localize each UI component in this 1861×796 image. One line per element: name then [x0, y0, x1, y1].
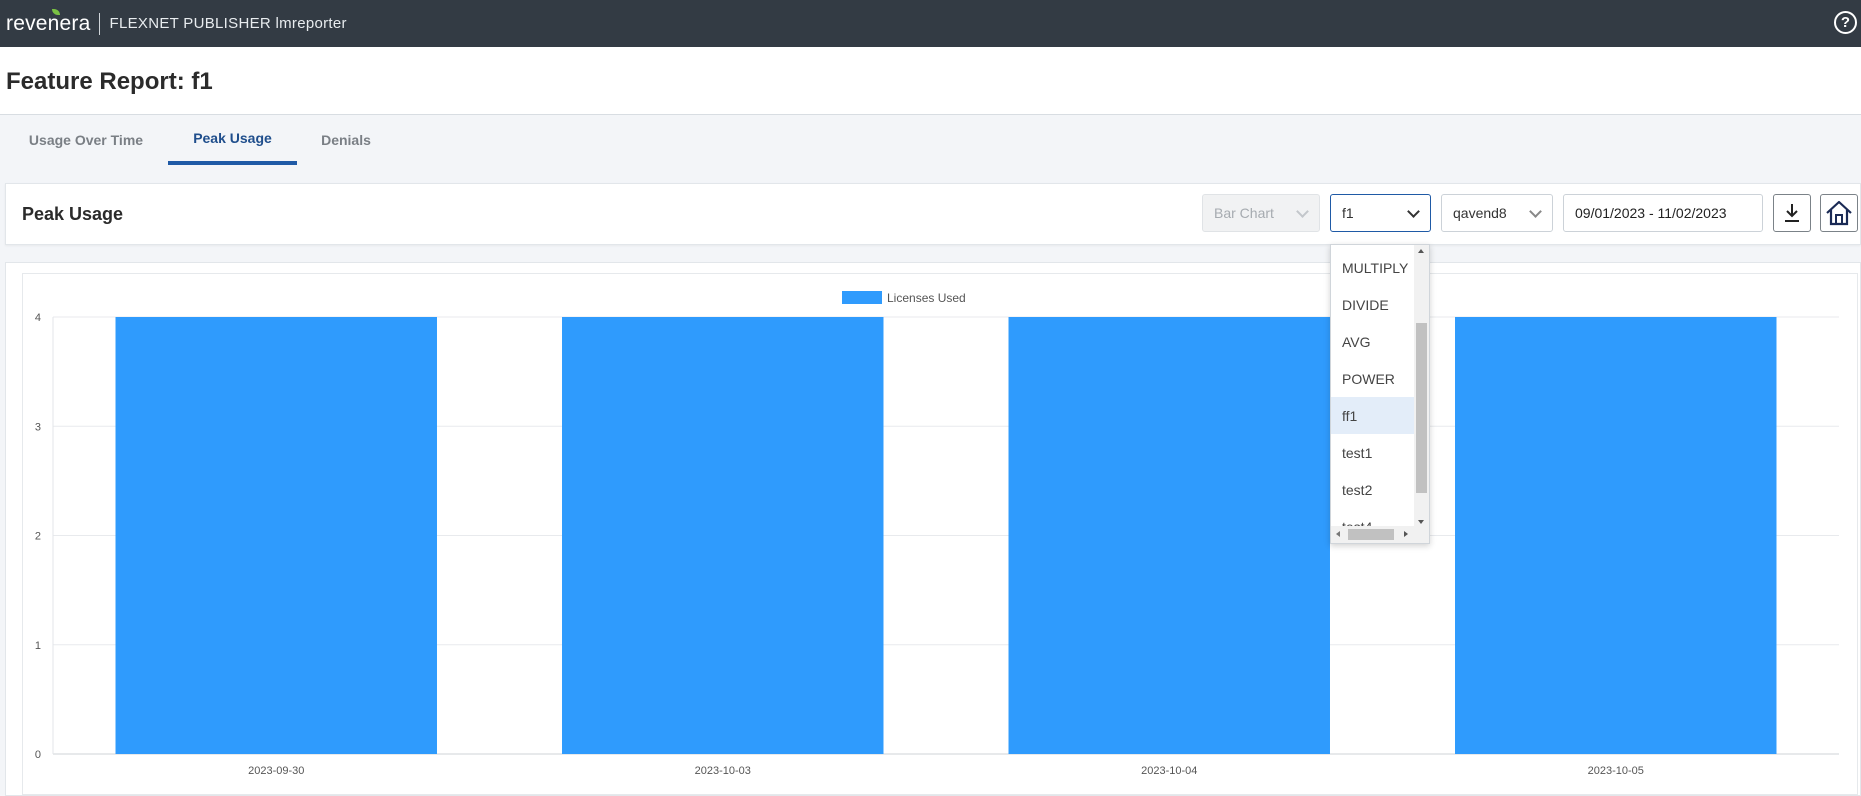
logo-leaf-icon — [52, 8, 60, 15]
bar[interactable] — [115, 317, 437, 754]
feature-option[interactable]: test1 — [1331, 434, 1415, 471]
feature-option[interactable]: test4 — [1331, 508, 1415, 529]
page-title: Feature Report: f1 — [6, 68, 213, 95]
download-icon — [1785, 204, 1799, 222]
chevron-down-icon — [1529, 205, 1542, 218]
tab-usage-over-time[interactable]: Usage Over Time — [0, 115, 172, 165]
chart-panel: 0 1 2 3 4 Licenses Used 2023-09-30 2023-10-03 20… — [5, 262, 1861, 796]
report-tabs: Usage Over Time Peak Usage Denials — [0, 115, 1861, 165]
feature-option[interactable]: ff1 — [1331, 397, 1415, 434]
y-tick-label: 3 — [35, 421, 41, 433]
peak-usage-panel-header: Peak Usage Bar Chart f1 qavend8 09/01/20… — [5, 183, 1861, 245]
y-tick-label: 1 — [35, 640, 41, 652]
bar[interactable] — [1455, 317, 1777, 754]
feature-select[interactable]: f1 — [1330, 194, 1431, 232]
tab-denials[interactable]: Denials — [297, 115, 395, 165]
horizontal-scroll-thumb[interactable] — [1348, 529, 1394, 540]
bar[interactable] — [562, 317, 884, 754]
chart-container: 0 1 2 3 4 Licenses Used 2023-09-30 2023-10-03 20… — [22, 273, 1858, 795]
feature-option[interactable]: AVG — [1331, 323, 1415, 360]
x-tick-label: 2023-09-30 — [248, 765, 304, 777]
feature-value: f1 — [1342, 205, 1354, 221]
feature-option[interactable]: POWER — [1331, 360, 1415, 397]
brand: revenera FLEXNET PUBLISHER lmreporter — [6, 8, 347, 36]
chart-type-value: Bar Chart — [1214, 205, 1274, 221]
feature-dropdown[interactable]: MULTIPLY DIVIDE AVG POWER ff1 test1 test2 test4 — [1330, 244, 1430, 544]
vertical-scrollbar[interactable] — [1414, 245, 1429, 528]
legend-swatch[interactable] — [842, 291, 882, 304]
panel-title: Peak Usage — [22, 204, 124, 224]
title-bar: Feature Report: f1 — [0, 47, 1861, 115]
download-button[interactable] — [1773, 194, 1811, 232]
revenera-logo: revenera — [6, 8, 91, 36]
chevron-down-icon — [1296, 205, 1309, 218]
bar[interactable] — [1008, 317, 1330, 754]
y-tick-label: 4 — [35, 312, 41, 324]
scroll-right-icon[interactable] — [1404, 531, 1408, 537]
vertical-scroll-thumb[interactable] — [1416, 323, 1427, 493]
logo-text: revenera — [6, 11, 91, 35]
feature-option[interactable]: DIVIDE — [1331, 286, 1415, 323]
date-range-value: 09/01/2023 - 11/02/2023 — [1575, 205, 1727, 221]
x-tick-label: 2023-10-03 — [695, 765, 751, 777]
scroll-up-icon[interactable] — [1418, 249, 1424, 253]
x-tick-label: 2023-10-05 — [1588, 765, 1644, 777]
chevron-down-icon — [1407, 205, 1420, 218]
brand-divider — [99, 12, 101, 35]
horizontal-scrollbar[interactable] — [1331, 526, 1429, 543]
feature-option[interactable]: MULTIPLY — [1331, 249, 1415, 286]
scroll-left-icon[interactable] — [1336, 531, 1340, 537]
home-icon — [1826, 200, 1852, 226]
vendor-select[interactable]: qavend8 — [1441, 194, 1553, 232]
product-name: FLEXNET PUBLISHER lmreporter — [109, 15, 347, 32]
vendor-value: qavend8 — [1453, 205, 1507, 221]
x-tick-label: 2023-10-04 — [1141, 765, 1197, 777]
y-tick-label: 0 — [35, 749, 41, 761]
legend-label[interactable]: Licenses Used — [887, 291, 966, 305]
feature-options-list[interactable]: MULTIPLY DIVIDE AVG POWER ff1 test1 test2 test4 — [1331, 245, 1415, 528]
feature-option[interactable]: test2 — [1331, 471, 1415, 508]
chart-type-select: Bar Chart — [1202, 194, 1320, 232]
date-range-input[interactable]: 09/01/2023 - 11/02/2023 — [1563, 194, 1763, 232]
top-bar: revenera FLEXNET PUBLISHER lmreporter ? — [0, 0, 1861, 47]
peak-usage-bar-chart: 0 1 2 3 4 Licenses Used 2023-09-30 2023-10-03 20… — [35, 291, 1839, 777]
home-button[interactable] — [1820, 194, 1858, 232]
help-icon[interactable]: ? — [1834, 11, 1857, 34]
tab-peak-usage[interactable]: Peak Usage — [168, 115, 297, 165]
y-tick-label: 2 — [35, 531, 41, 543]
scroll-down-icon[interactable] — [1418, 520, 1424, 524]
